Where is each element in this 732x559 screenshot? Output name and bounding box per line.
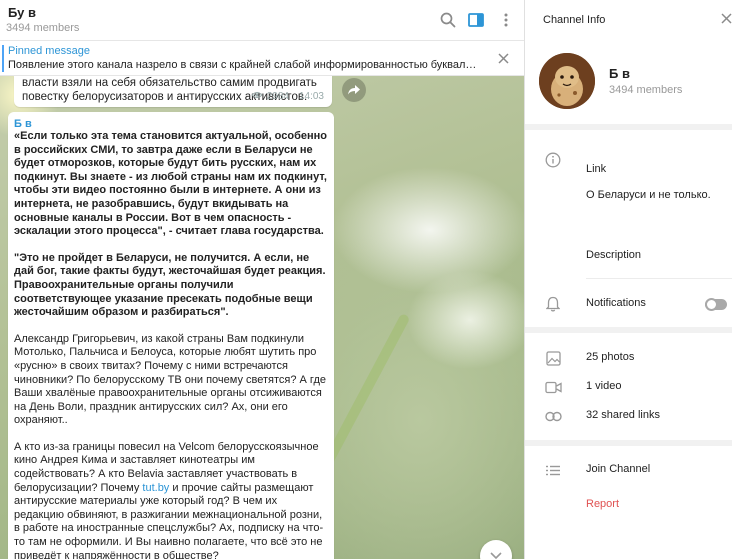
photo-icon [543,348,563,368]
chat-title[interactable]: Бу в [8,5,36,20]
toggle-knob [705,298,718,311]
list-icon [543,460,563,480]
message-bubble[interactable]: власти взяли на себя обязательство самим… [14,76,332,107]
description-row: О Беларуси и не только. [525,182,732,210]
message-meta: 2984 14:03 [251,91,324,102]
bell-icon [543,294,563,314]
chat-area: Бу в 3494 members Pinned message Появлен… [0,0,524,559]
eye-icon [251,91,263,102]
message-paragraph: «Если только эта тема становится актуаль… [14,130,328,238]
pinned-text: Появление этого канала назрело в связи с… [8,59,478,71]
videos-count: 1 video [586,380,622,392]
close-panel-icon[interactable] [721,12,732,27]
video-icon [543,377,563,397]
link-icon [543,406,563,426]
notifications-row[interactable]: Notifications [525,290,732,318]
pinned-label: Pinned message [8,45,90,57]
info-icon [543,150,563,170]
videos-row[interactable]: 1 video [525,373,732,401]
channel-avatar[interactable] [539,53,595,109]
photos-count: 25 photos [586,351,635,363]
message-paragraph: "Это не пройдет в Беларуси, не получится… [14,251,326,319]
photos-row[interactable]: 25 photos [525,344,732,372]
message-author[interactable]: Б в [14,118,32,130]
links-row[interactable]: 32 shared links [525,402,732,430]
chat-members-count: 3494 members [6,22,80,34]
message-bubble[interactable]: Б в «Если только эта тема становится акт… [8,112,334,559]
channel-header-card: Channel Info Б в 3494 members [525,0,732,124]
description-text: О Беларуси и не только. [586,189,711,201]
description-label: Description [586,249,642,261]
join-channel-button[interactable]: Join Channel [586,463,650,475]
panel-title: Channel Info [543,14,606,26]
message-time: 14:03 [298,91,324,102]
share-icon[interactable] [342,78,366,102]
pinned-message-bar[interactable]: Pinned message Появление этого канала на… [0,41,524,76]
actions-card: Join Channel Report [525,446,732,559]
views-count: 2984 [266,91,289,102]
tutby-link[interactable]: tut.by [142,482,169,494]
shared-media-card: 25 photos 1 video 32 shared links [525,333,732,440]
report-button[interactable]: Report [586,498,619,510]
message-paragraph: А кто из-за границы повесил на Velcom бе… [14,441,328,559]
channel-members: 3494 members [609,84,683,96]
link-row[interactable]: Link [525,146,732,175]
link-label: Link [586,163,607,175]
join-channel-row[interactable]: Join Channel [525,456,732,484]
report-row[interactable]: Report [525,491,732,519]
more-options-icon[interactable] [496,10,516,30]
divider [586,278,732,279]
description-label-row: Description [525,242,732,270]
notifications-label: Notifications [586,297,646,309]
search-icon[interactable] [438,10,458,30]
pinned-accent-bar [2,45,4,72]
message-text: «Если только эта тема становится актуаль… [14,130,328,559]
scroll-down-button[interactable] [480,540,512,559]
chat-header[interactable]: Бу в 3494 members [0,0,524,41]
channel-info-panel: Channel Info Б в 3494 members Link О Бел… [524,0,732,559]
links-count: 32 shared links [586,409,660,421]
chevron-down-icon [490,552,502,559]
notifications-toggle[interactable] [705,298,727,311]
channel-name: Б в [609,66,630,81]
close-pinned-icon[interactable] [498,52,509,67]
message-paragraph: Александр Григорьевич, из какой страны В… [14,332,326,427]
channel-about-card: Link О Беларуси и не только. Description… [525,130,732,327]
sidebar-toggle-icon[interactable] [466,10,486,30]
